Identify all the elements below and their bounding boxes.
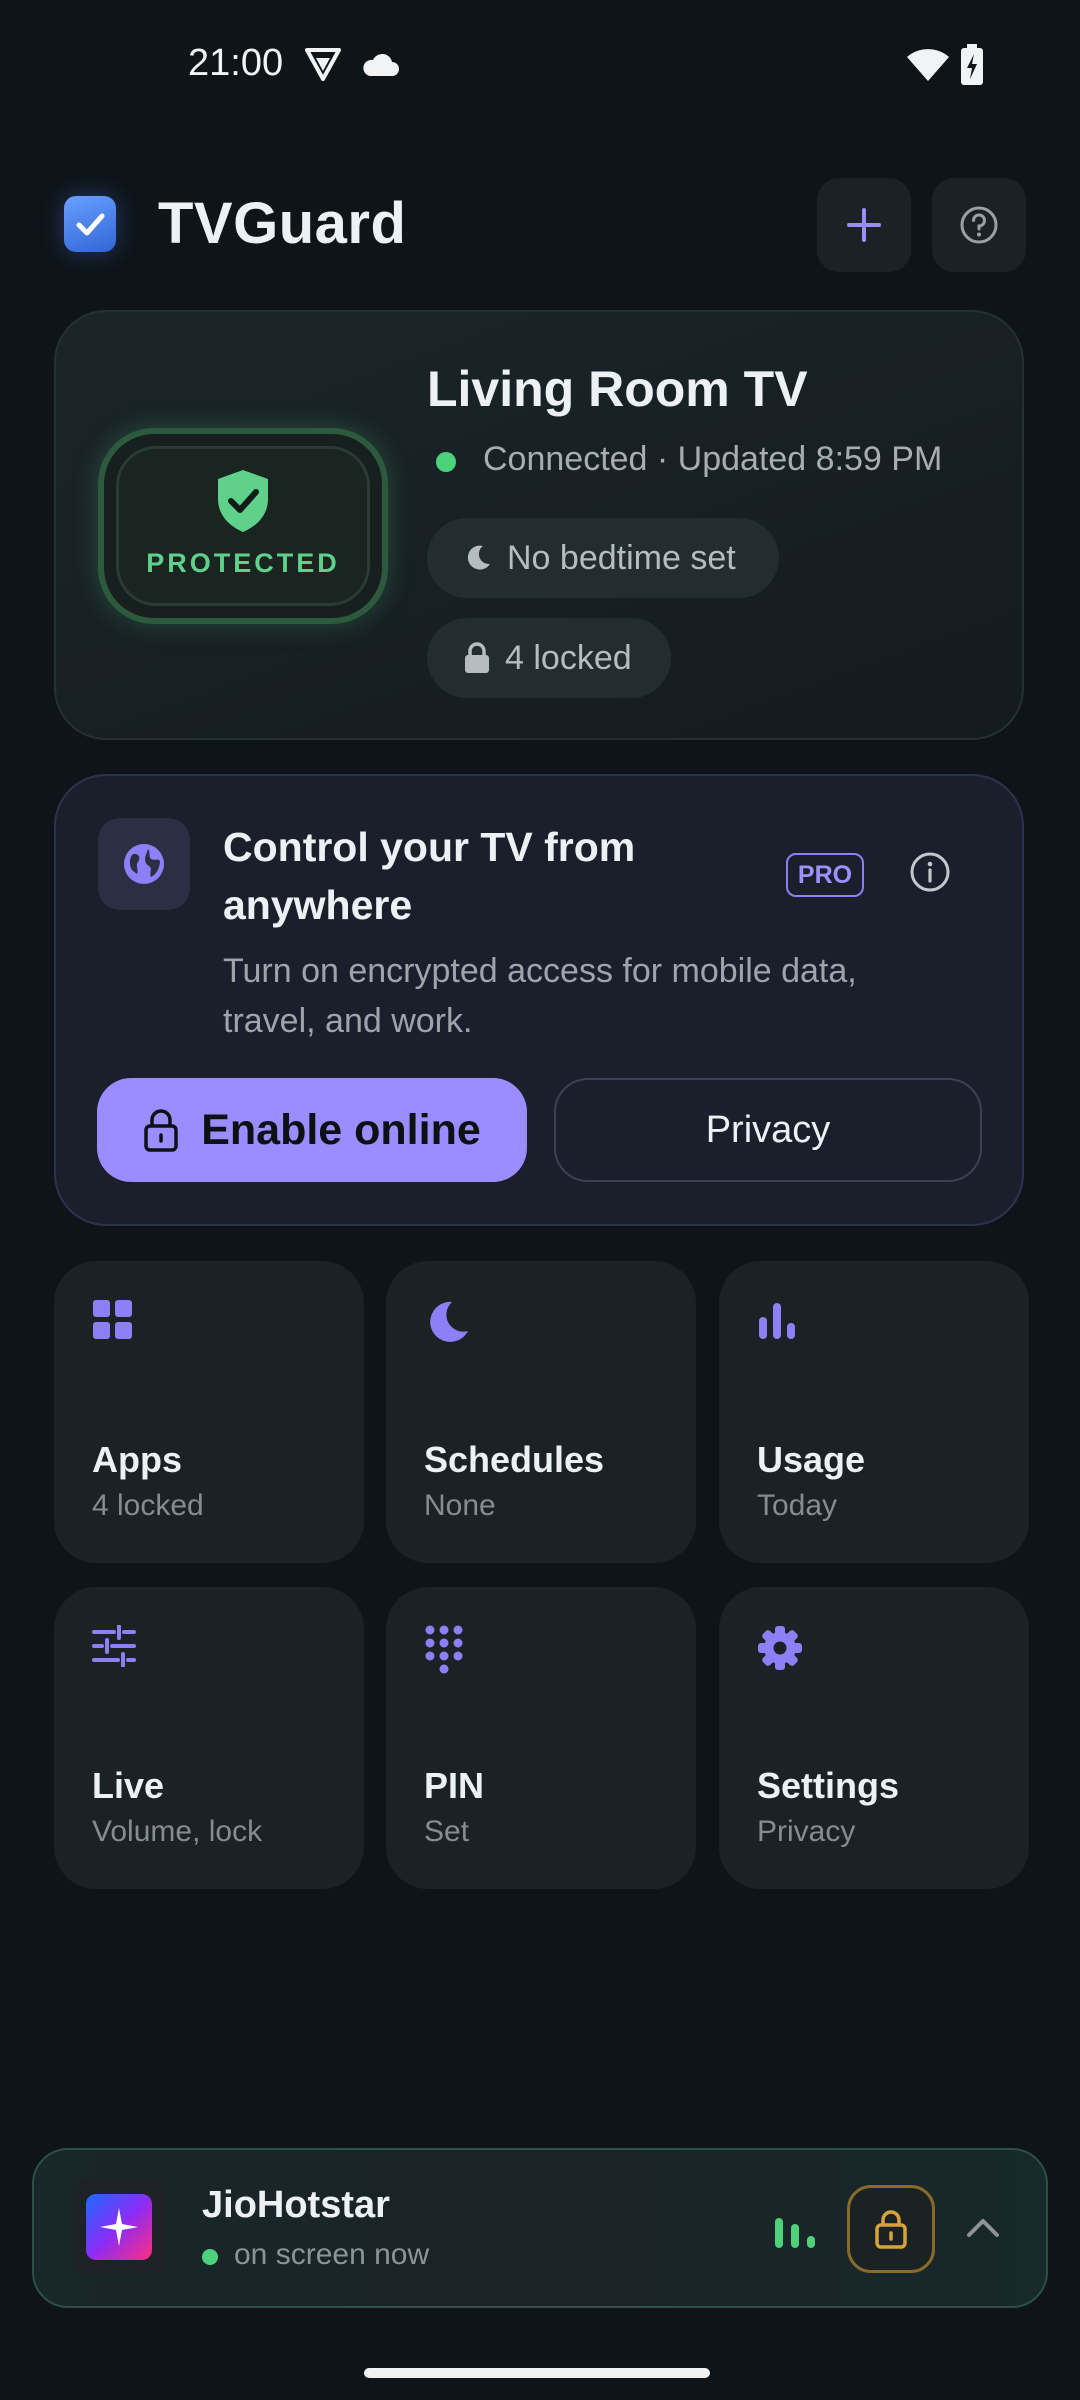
tile-usage[interactable]: Usage Today [719, 1261, 1029, 1563]
now-playing-app: JioHotstar [202, 2184, 390, 2226]
tile-subtitle: Privacy [757, 1815, 856, 1848]
tile-subtitle: Today [757, 1489, 838, 1522]
app-logo-icon [64, 196, 116, 252]
gear-icon [758, 1626, 802, 1670]
globe-icon [98, 818, 190, 910]
jiohotstar-app-icon [72, 2180, 166, 2274]
moon-icon [430, 1301, 468, 1342]
tile-label: Schedules [424, 1439, 605, 1480]
protected-badge: PROTECTED [146, 548, 340, 578]
tile-pin[interactable]: PIN Set [386, 1587, 696, 1889]
sliders-icon [92, 1625, 136, 1667]
info-button[interactable] [908, 850, 952, 899]
cloud-icon [360, 52, 400, 83]
wifi-icon [906, 48, 950, 87]
remote-title: Control your TV from anywhere [223, 824, 636, 928]
privacy-label: Privacy [705, 1108, 831, 1151]
app-title: TVGuard [158, 191, 407, 256]
expand-chevron-icon[interactable] [966, 2216, 1000, 2243]
help-button[interactable] [932, 178, 1026, 272]
tile-label: Apps [92, 1439, 182, 1480]
bedtime-chip[interactable]: No bedtime set [427, 518, 779, 598]
privacy-button[interactable]: Privacy [554, 1078, 982, 1182]
add-device-button[interactable] [817, 178, 911, 272]
apps-grid-icon [93, 1300, 132, 1339]
tile-label: Settings [757, 1765, 900, 1806]
connected-dot [436, 452, 456, 472]
tile-live[interactable]: Live Volume, lock [54, 1587, 364, 1889]
keypad-icon [425, 1625, 463, 1674]
help-icon [960, 206, 998, 244]
tile-label: Usage [757, 1439, 866, 1480]
tile-subtitle: None [424, 1489, 496, 1522]
tile-settings[interactable]: Settings Privacy [719, 1587, 1029, 1889]
tile-subtitle: Set [424, 1815, 470, 1848]
remote-description: Turn on encrypted access for mobile data… [223, 952, 857, 1040]
device-name: Living Room TV [427, 361, 808, 417]
unlock-icon [144, 1109, 178, 1152]
bedtime-chip-label: No bedtime set [507, 538, 736, 577]
tile-apps[interactable]: Apps 4 locked [54, 1261, 364, 1563]
home-indicator[interactable] [364, 2368, 710, 2378]
enable-online-button[interactable]: Enable online [97, 1078, 527, 1182]
lock-icon [465, 642, 489, 673]
now-playing-status: on screen now [234, 2238, 430, 2271]
status-time: 21:00 [188, 42, 284, 84]
on-screen-dot [202, 2249, 218, 2265]
battery-icon [960, 44, 984, 91]
info-icon [910, 852, 950, 892]
vpn-shield-icon [304, 46, 342, 87]
shield-check-icon [214, 468, 272, 539]
locked-chip-label: 4 locked [505, 638, 632, 677]
bar-chart-icon [759, 1303, 795, 1339]
lock-app-button[interactable] [847, 2185, 935, 2273]
tile-label: Live [92, 1765, 165, 1806]
enable-online-label: Enable online [201, 1105, 481, 1154]
moon-icon [467, 545, 490, 570]
connection-status: Connected · Updated 8:59 PM [483, 440, 943, 478]
tile-schedules[interactable]: Schedules None [386, 1261, 696, 1563]
plus-icon [847, 208, 881, 242]
lock-icon [875, 2210, 907, 2249]
activity-bars-icon [774, 2214, 818, 2253]
pro-badge: PRO [786, 853, 864, 897]
tile-subtitle: Volume, lock [92, 1815, 263, 1848]
locked-chip[interactable]: 4 locked [427, 618, 671, 698]
tile-label: PIN [424, 1765, 485, 1806]
tile-subtitle: 4 locked [92, 1489, 204, 1522]
